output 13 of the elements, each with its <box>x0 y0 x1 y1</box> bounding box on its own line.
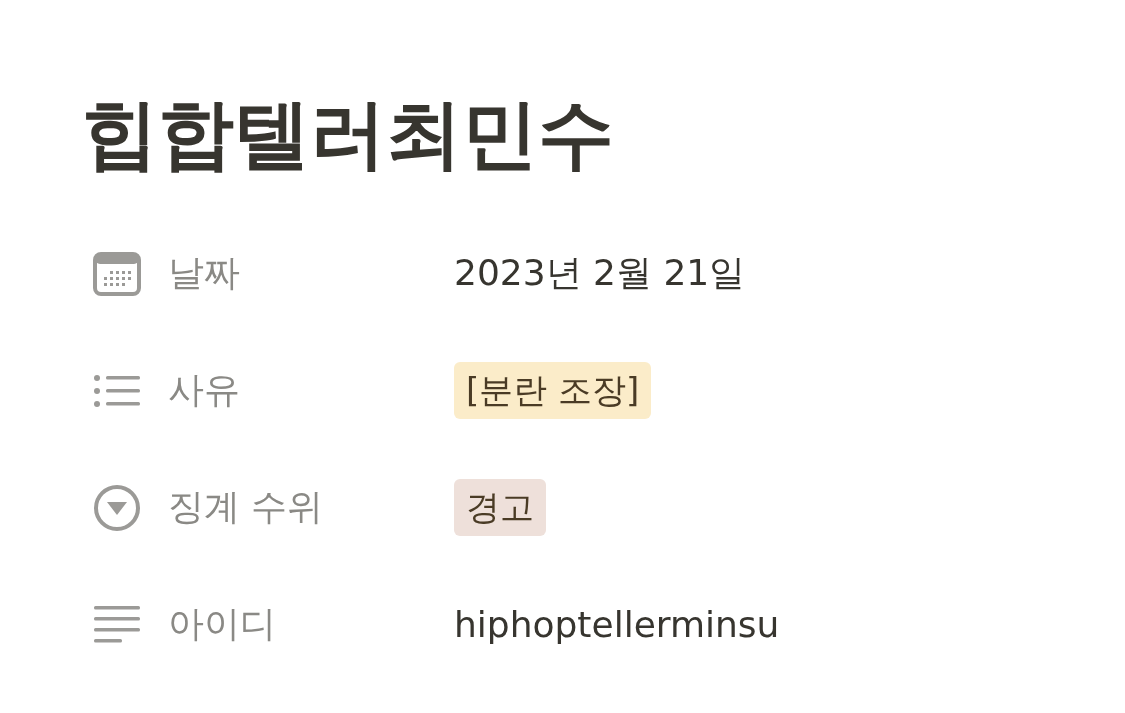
calendar-icon <box>93 251 141 296</box>
property-label: 사유 <box>168 368 241 413</box>
dropdown-icon <box>93 483 141 532</box>
tag: [분란 조장] <box>454 361 652 420</box>
property-label: 아이디 <box>168 602 277 647</box>
text-lines-icon <box>93 604 141 645</box>
property-label: 날짜 <box>168 251 241 296</box>
property-label: 징계 수위 <box>168 485 325 530</box>
list-icon <box>93 373 141 408</box>
tag: 경고 <box>454 478 546 537</box>
text-value: hiphoptellerminsu <box>454 604 780 646</box>
page-title: 힙합텔러최민수 <box>82 88 615 180</box>
date-value: 2023년 2월 21일 <box>454 251 746 296</box>
